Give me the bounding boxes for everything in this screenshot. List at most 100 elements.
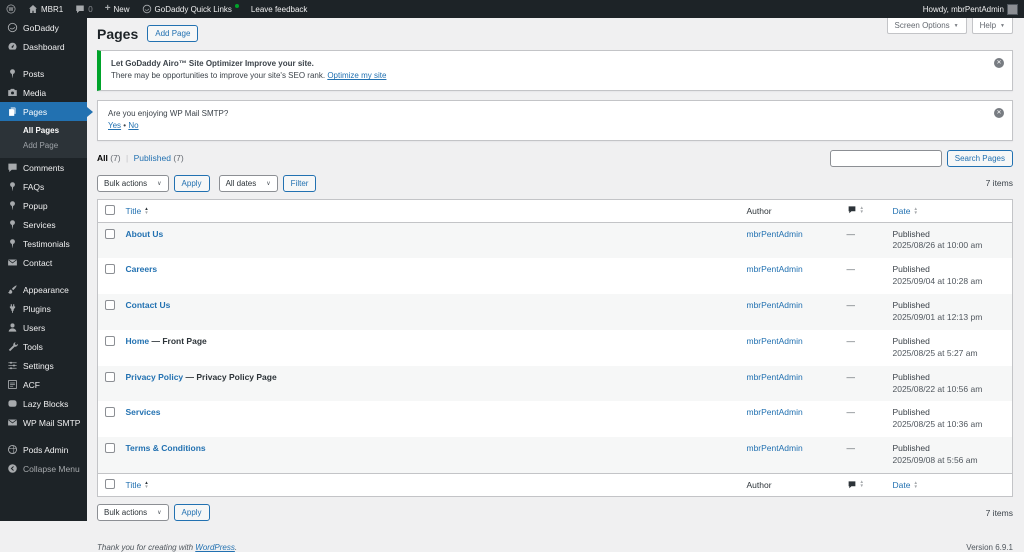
sort-by-date[interactable]: Date ▲ ▼ (893, 480, 918, 490)
sidebar-item-godaddy[interactable]: GoDaddy (0, 18, 87, 37)
author-link[interactable]: mbrPentAdmin (747, 407, 803, 417)
apply-button[interactable]: Apply (173, 504, 210, 522)
new-content-menu[interactable]: + New (99, 0, 136, 18)
select-all-checkbox[interactable] (105, 479, 115, 490)
dismiss-icon[interactable]: ✕ (994, 58, 1004, 68)
dismiss-icon[interactable]: ✕ (994, 107, 1004, 118)
sidebar-subitem-all-pages[interactable]: All Pages (0, 123, 87, 138)
page-title-link[interactable]: Privacy Policy (126, 372, 184, 382)
author-link[interactable]: mbrPentAdmin (747, 264, 803, 274)
author-link[interactable]: mbrPentAdmin (747, 336, 803, 346)
sidebar-item-users[interactable]: Users (0, 318, 87, 337)
table-row: Contact Us mbrPentAdmin — Published 2025/09/… (97, 294, 1013, 330)
apply-button[interactable]: Apply (173, 174, 210, 192)
sidebar-item-comments[interactable]: Comments (0, 158, 87, 177)
my-account-menu[interactable]: Howdy, mbrPentAdmin (917, 0, 1024, 18)
author-link[interactable]: mbrPentAdmin (747, 300, 803, 310)
table-header-row: Title ▲ ▼ Author ▲ ▼ Date ▲ ▼ (97, 199, 1013, 223)
sidebar-item-lazy-blocks[interactable]: Lazy Blocks (0, 394, 87, 413)
view-published[interactable]: Published (134, 153, 171, 163)
sidebar-item-appearance[interactable]: Appearance (0, 280, 87, 299)
sidebar-item-media[interactable]: Media (0, 83, 87, 102)
sidebar-item-collapse-menu[interactable]: Collapse Menu (0, 459, 87, 478)
sidebar-item-testimonials[interactable]: Testimonials (0, 234, 87, 253)
sidebar-item-label: Settings (23, 360, 54, 371)
sidebar-item-label: ACF (23, 379, 40, 390)
row-checkbox[interactable] (105, 264, 115, 275)
smtp-icon (7, 417, 18, 428)
page-title-link[interactable]: Home (126, 336, 150, 346)
avatar (1007, 3, 1018, 15)
row-checkbox[interactable] (105, 300, 115, 311)
sidebar-item-faqs[interactable]: FAQs (0, 177, 87, 196)
sidebar-item-contact[interactable]: Contact (0, 253, 87, 272)
row-checkbox[interactable] (105, 335, 115, 346)
row-checkbox[interactable] (105, 443, 115, 454)
screen-options-button[interactable]: Screen Options ▼ (886, 18, 967, 34)
sidebar-item-label: Lazy Blocks (23, 398, 69, 409)
row-checkbox[interactable] (105, 407, 115, 418)
notice-body: There may be opportunities to improve yo… (111, 71, 326, 81)
page-title-link[interactable]: About Us (126, 229, 164, 239)
sort-by-comments[interactable]: ▲ ▼ (847, 479, 864, 489)
search-input[interactable] (829, 149, 942, 167)
sidebar-item-label: Dashboard (23, 41, 65, 52)
no-comments-dash: — (846, 371, 856, 382)
new-label: New (113, 4, 130, 14)
help-button[interactable]: Help ▼ (971, 18, 1013, 34)
sidebar-item-tools[interactable]: Tools (0, 337, 87, 356)
page-title-link[interactable]: Terms & Conditions (126, 443, 206, 453)
admin-bar-comments[interactable]: 0 (69, 0, 98, 18)
bullet-separator: • (123, 121, 127, 131)
quick-links-label: GoDaddy Quick Links (154, 4, 232, 14)
sort-arrows-icon: ▲ ▼ (859, 204, 864, 214)
sidebar-item-pods-admin[interactable]: Pods Admin (0, 440, 87, 459)
leave-feedback-link[interactable]: Leave feedback (245, 0, 314, 18)
view-all-count: (7) (110, 153, 121, 164)
wordpress-logo-menu[interactable]: W (0, 0, 22, 18)
sort-arrows-icon: ▲ ▼ (913, 205, 918, 215)
table-row: Home — Front Page mbrPentAdmin — Published 2… (98, 330, 1013, 366)
smtp-no-link[interactable]: No (128, 121, 138, 130)
author-link[interactable]: mbrPentAdmin (747, 229, 803, 239)
sidebar-item-dashboard[interactable]: Dashboard (0, 37, 87, 56)
menu-separator (0, 56, 87, 64)
sort-arrows-icon: ▲ ▼ (144, 205, 149, 215)
bulk-actions-select[interactable]: Bulk actions ∨ (97, 504, 169, 522)
sort-by-date[interactable]: Date ▲ ▼ (893, 206, 918, 216)
wordpress-link[interactable]: WordPress (195, 543, 235, 552)
pages-submenu: All Pages Add Page (0, 121, 87, 158)
row-checkbox[interactable] (105, 371, 115, 382)
sidebar-item-pages[interactable]: Pages (0, 102, 93, 121)
page-title: Pages (97, 25, 139, 42)
all-dates-select[interactable]: All dates ∨ (218, 174, 278, 192)
sort-by-title[interactable]: Title ▲ ▼ (126, 480, 149, 490)
author-link[interactable]: mbrPentAdmin (747, 372, 803, 382)
bulk-actions-select[interactable]: Bulk actions ∨ (97, 174, 169, 192)
sidebar-subitem-add-page[interactable]: Add Page (0, 138, 87, 153)
godaddy-quick-links-menu[interactable]: GoDaddy Quick Links (136, 0, 245, 18)
sidebar-item-acf[interactable]: ACF (0, 375, 87, 394)
sidebar-item-wp-mail-smtp[interactable]: WP Mail SMTP (0, 413, 87, 432)
sort-by-comments[interactable]: ▲ ▼ (847, 205, 864, 214)
sidebar-item-services[interactable]: Services (0, 215, 87, 234)
author-link[interactable]: mbrPentAdmin (747, 443, 803, 453)
select-all-checkbox[interactable] (105, 204, 115, 215)
add-page-button[interactable]: Add Page (147, 25, 199, 42)
page-title-link[interactable]: Services (126, 407, 161, 417)
sidebar-item-posts[interactable]: Posts (0, 64, 87, 83)
view-all[interactable]: All (97, 153, 108, 163)
row-checkbox[interactable] (105, 228, 115, 239)
page-title-link[interactable]: Contact Us (126, 300, 171, 310)
smtp-yes-link[interactable]: Yes (108, 121, 121, 130)
author-column-label: Author (746, 480, 772, 491)
page-title-link[interactable]: Careers (126, 264, 158, 274)
sidebar-item-popup[interactable]: Popup (0, 196, 87, 215)
optimize-site-link[interactable]: Optimize my site (327, 71, 386, 80)
search-pages-button[interactable]: Search Pages (946, 149, 1013, 167)
filter-button[interactable]: Filter (282, 174, 317, 192)
sidebar-item-settings[interactable]: Settings (0, 356, 87, 375)
sidebar-item-plugins[interactable]: Plugins (0, 299, 87, 318)
site-name-menu[interactable]: MBR1 (22, 0, 69, 18)
sort-by-title[interactable]: Title ▲ ▼ (126, 206, 149, 216)
